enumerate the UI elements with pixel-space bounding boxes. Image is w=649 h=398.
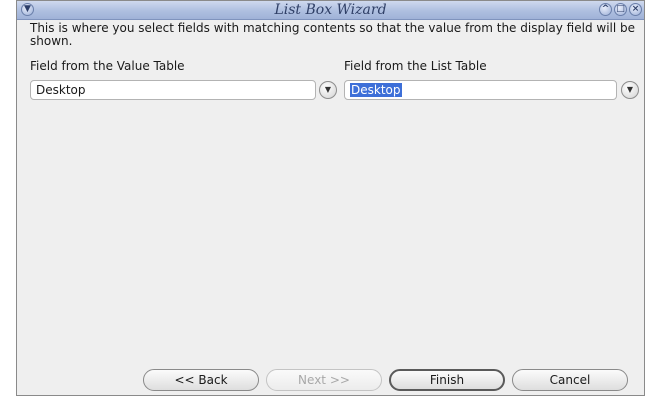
- list-table-value: Desktop: [350, 83, 402, 97]
- wizard-window: ▼ List Box Wizard ^ □ × This is where yo…: [16, 0, 645, 396]
- list-table-label: Field from the List Table: [344, 59, 487, 73]
- window-title: List Box Wizard: [274, 2, 387, 18]
- value-table-value: Desktop: [36, 83, 86, 97]
- back-button[interactable]: << Back: [143, 369, 259, 391]
- cancel-button[interactable]: Cancel: [512, 369, 628, 391]
- close-icon[interactable]: ×: [629, 3, 642, 16]
- list-table-combobox[interactable]: Desktop: [344, 80, 617, 100]
- value-table-label-text: Field from the Value Table: [30, 59, 185, 73]
- value-table-dropdown-icon[interactable]: ▼: [319, 81, 337, 99]
- shade-icon[interactable]: ^: [599, 3, 612, 16]
- list-table-dropdown-icon[interactable]: ▼: [621, 81, 639, 99]
- description-text: This is where you select fields with mat…: [30, 21, 636, 48]
- finish-button[interactable]: Finish: [389, 369, 505, 391]
- next-button[interactable]: Next >>: [266, 369, 382, 391]
- value-table-combobox[interactable]: Desktop: [30, 80, 316, 100]
- maximize-icon[interactable]: □: [614, 3, 627, 16]
- title-bar[interactable]: ▼ List Box Wizard ^ □ ×: [17, 1, 644, 20]
- list-table-label-text: Field from the List Table: [344, 59, 487, 73]
- value-table-label: Field from the Value Table: [30, 59, 185, 73]
